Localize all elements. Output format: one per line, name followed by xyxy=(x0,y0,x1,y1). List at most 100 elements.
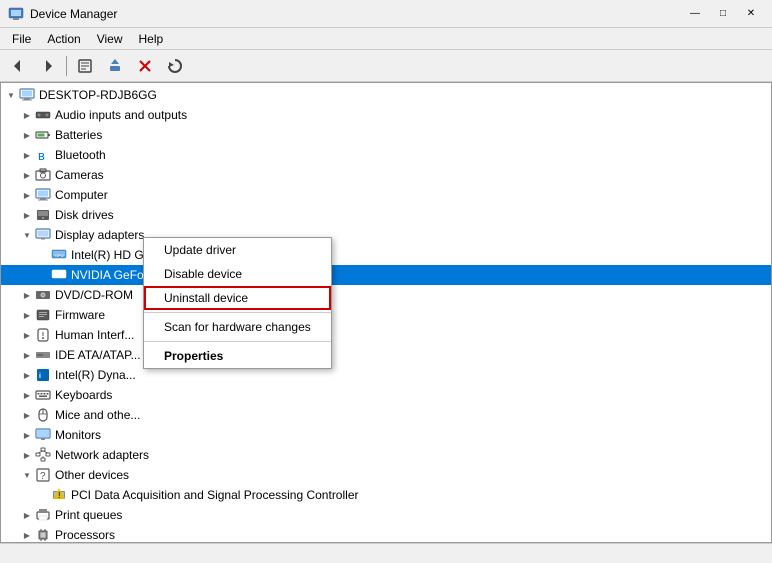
network-icon xyxy=(35,447,51,463)
tree-item-computer[interactable]: ▶ Computer xyxy=(1,185,771,205)
menu-view[interactable]: View xyxy=(89,30,131,48)
menu-file[interactable]: File xyxy=(4,30,39,48)
forward-button[interactable] xyxy=(34,53,62,79)
tree-expander[interactable]: ▼ xyxy=(3,87,19,103)
minimize-button[interactable]: — xyxy=(682,4,708,24)
tree-item-label: Intel(R) Dyna... xyxy=(55,368,136,382)
audio-icon xyxy=(35,107,51,123)
menu-help[interactable]: Help xyxy=(131,30,172,48)
tree-item-label: Mice and othe... xyxy=(55,408,140,422)
tree-expander[interactable]: ▶ xyxy=(19,507,35,523)
tree-item-otherdevices[interactable]: ▼? Other devices xyxy=(1,465,771,485)
tree-item-batteries[interactable]: ▶ Batteries xyxy=(1,125,771,145)
toolbar xyxy=(0,50,772,82)
svg-text:!: ! xyxy=(58,491,61,500)
firmware-icon xyxy=(35,307,51,323)
tree-item-networkadapters[interactable]: ▶Network adapters xyxy=(1,445,771,465)
tree-item-label: Display adapters xyxy=(55,228,144,242)
tree-expander[interactable]: ▶ xyxy=(19,427,35,443)
context-menu-item-disable-device[interactable]: Disable device xyxy=(144,262,331,286)
mouse-icon xyxy=(35,407,51,423)
tree-item-intelhd[interactable]: GPUIntel(R) HD Graphics 520 xyxy=(1,245,771,265)
tree-item-dvdcdrom[interactable]: ▶DVD/CD-ROM xyxy=(1,285,771,305)
tree-item-label: Print queues xyxy=(55,508,122,522)
tree-item-root[interactable]: ▼DESKTOP-RDJB6GG xyxy=(1,85,771,105)
tree-item-label: Disk drives xyxy=(55,208,114,222)
title-bar: Device Manager — □ ✕ xyxy=(0,0,772,28)
tree-item-label: Audio inputs and outputs xyxy=(55,108,187,122)
tree-item-label: Human Interf... xyxy=(55,328,134,342)
main-area: ▼DESKTOP-RDJB6GG ▶ Audio inputs and output… xyxy=(0,82,772,543)
tree-expander[interactable]: ▶ xyxy=(19,307,35,323)
other-icon: ? xyxy=(35,467,51,483)
tree-item-pcidata[interactable]: !PCI Data Acquisition and Signal Process… xyxy=(1,485,771,505)
tree-item-nvidia[interactable]: GPUNVIDIA GeForce 940M xyxy=(1,265,771,285)
tree-expander[interactable]: ▶ xyxy=(19,527,35,542)
tree-item-label: Bluetooth xyxy=(55,148,106,162)
tree-expander[interactable]: ▶ xyxy=(19,167,35,183)
tree-expander[interactable]: ▶ xyxy=(19,187,35,203)
tree-item-miceother[interactable]: ▶ Mice and othe... xyxy=(1,405,771,425)
tree-expander[interactable]: ▶ xyxy=(19,327,35,343)
update-driver-button[interactable] xyxy=(101,53,129,79)
display-device-icon: GPU xyxy=(51,267,67,283)
menu-bar: File Action View Help xyxy=(0,28,772,50)
tree-item-firmware[interactable]: ▶Firmware xyxy=(1,305,771,325)
tree-item-label: Keyboards xyxy=(55,388,112,402)
context-menu-item-uninstall-device[interactable]: Uninstall device xyxy=(144,286,331,310)
tree-expander[interactable]: ▶ xyxy=(19,347,35,363)
close-button[interactable]: ✕ xyxy=(738,4,764,24)
back-button[interactable] xyxy=(4,53,32,79)
tree-item-printqueues[interactable]: ▶ Print queues xyxy=(1,505,771,525)
uninstall-button[interactable] xyxy=(131,53,159,79)
tree-item-label: Batteries xyxy=(55,128,102,142)
context-menu-item-update-driver[interactable]: Update driver xyxy=(144,238,331,262)
tree-item-processors[interactable]: ▶ Processors xyxy=(1,525,771,542)
tree-expander[interactable]: ▶ xyxy=(19,207,35,223)
svg-text:?: ? xyxy=(40,471,46,482)
window-title: Device Manager xyxy=(30,7,682,21)
tree-item-label: Cameras xyxy=(55,168,104,182)
context-menu-item-properties[interactable]: Properties xyxy=(144,344,331,368)
tree-item-cameras[interactable]: ▶ Cameras xyxy=(1,165,771,185)
tree-item-humaninterface[interactable]: ▶ Human Interf... xyxy=(1,325,771,345)
tree-item-audio[interactable]: ▶ Audio inputs and outputs xyxy=(1,105,771,125)
tree-expander xyxy=(35,267,51,283)
menu-action[interactable]: Action xyxy=(39,30,88,48)
maximize-button[interactable]: □ xyxy=(710,4,736,24)
tree-item-label: Computer xyxy=(55,188,108,202)
tree-expander[interactable]: ▶ xyxy=(19,107,35,123)
tree-expander[interactable]: ▶ xyxy=(19,407,35,423)
ide-icon xyxy=(35,347,51,363)
scan-button[interactable] xyxy=(161,53,189,79)
context-menu-separator xyxy=(144,341,331,342)
svg-text:i: i xyxy=(39,373,41,380)
tree-item-keyboards[interactable]: ▶ Keyboards xyxy=(1,385,771,405)
tree-view[interactable]: ▼DESKTOP-RDJB6GG ▶ Audio inputs and output… xyxy=(1,83,771,542)
tree-item-ideata[interactable]: ▶IDE ATA/ATAP... xyxy=(1,345,771,365)
context-menu-item-scan-hardware[interactable]: Scan for hardware changes xyxy=(144,315,331,339)
tree-expander[interactable]: ▼ xyxy=(19,467,35,483)
svg-text:GPU: GPU xyxy=(55,253,64,258)
tree-expander[interactable]: ▶ xyxy=(19,367,35,383)
tree-expander[interactable]: ▶ xyxy=(19,447,35,463)
tree-expander[interactable]: ▶ xyxy=(19,147,35,163)
tree-item-bluetooth[interactable]: ▶ʙ Bluetooth xyxy=(1,145,771,165)
tree-item-displayadapters[interactable]: ▼ Display adapters xyxy=(1,225,771,245)
tree-expander[interactable]: ▶ xyxy=(19,127,35,143)
context-menu: Update driverDisable deviceUninstall dev… xyxy=(143,237,332,369)
tree-expander[interactable]: ▶ xyxy=(19,387,35,403)
bluetooth-icon: ʙ xyxy=(35,147,51,163)
tree-expander[interactable]: ▶ xyxy=(19,287,35,303)
dvd-icon xyxy=(35,287,51,303)
app-icon xyxy=(8,6,24,22)
tree-item-label: Processors xyxy=(55,528,115,542)
tree-item-inteldyna[interactable]: ▶ i Intel(R) Dyna... xyxy=(1,365,771,385)
tree-item-diskdrives[interactable]: ▶ Disk drives xyxy=(1,205,771,225)
tree-expander[interactable]: ▼ xyxy=(19,227,35,243)
toolbar-sep-1 xyxy=(66,56,67,76)
tree-item-monitors[interactable]: ▶Monitors xyxy=(1,425,771,445)
properties-button[interactable] xyxy=(71,53,99,79)
display-device-icon: GPU xyxy=(51,247,67,263)
tree-item-label: Other devices xyxy=(55,468,129,482)
